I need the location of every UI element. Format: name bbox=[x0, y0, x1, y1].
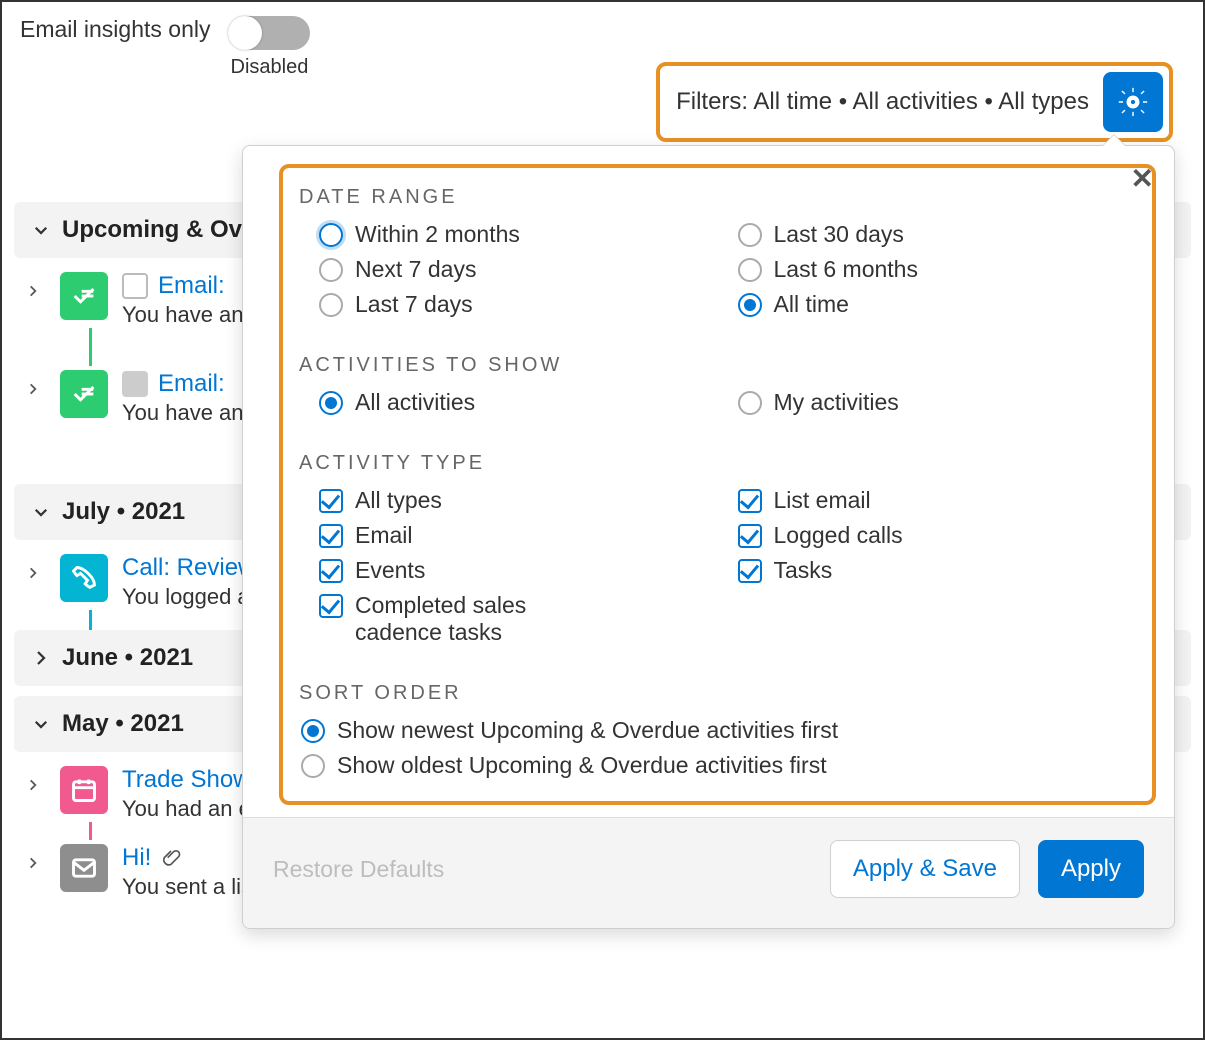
filter-summary: Filters: All time • All activities • All… bbox=[676, 88, 1089, 116]
apply-button[interactable]: Apply bbox=[1038, 840, 1144, 898]
date-range-option[interactable]: All time bbox=[738, 291, 1137, 318]
chevron-right-icon bbox=[32, 647, 50, 669]
gear-icon bbox=[1116, 85, 1150, 119]
apply-and-save-button[interactable]: Apply & Save bbox=[830, 840, 1020, 898]
chevron-down-icon bbox=[32, 501, 50, 523]
attachment-icon bbox=[161, 845, 181, 872]
chevron-right-icon bbox=[26, 280, 40, 302]
restore-defaults-button[interactable]: Restore Defaults bbox=[273, 856, 444, 883]
expand-activity[interactable] bbox=[26, 370, 46, 405]
chevron-right-icon bbox=[26, 774, 40, 796]
sort-order-option[interactable]: Show newest Upcoming & Overdue activitie… bbox=[301, 717, 1136, 744]
filter-popover: ✕ Date Range Within 2 months Last 30 day… bbox=[242, 145, 1175, 929]
date-range-option[interactable]: Last 30 days bbox=[738, 221, 1137, 248]
call-icon bbox=[60, 554, 108, 602]
date-range-option[interactable]: Last 6 months bbox=[738, 256, 1137, 283]
expand-activity[interactable] bbox=[26, 766, 46, 801]
task-checkbox[interactable] bbox=[122, 273, 148, 299]
activities-option[interactable]: My activities bbox=[738, 389, 1137, 416]
chevron-down-icon bbox=[32, 219, 50, 241]
task-icon bbox=[60, 370, 108, 418]
activity-type-option[interactable]: List email bbox=[738, 487, 1137, 514]
activity-type-option[interactable]: Events bbox=[319, 557, 718, 584]
task-checkbox[interactable] bbox=[122, 371, 148, 397]
activity-type-option[interactable]: Tasks bbox=[738, 557, 1137, 584]
event-icon bbox=[60, 766, 108, 814]
date-range-option[interactable]: Within 2 months bbox=[319, 221, 718, 248]
sort-order-heading: Sort Order bbox=[299, 682, 1136, 705]
activity-title-link[interactable]: Email: bbox=[158, 272, 225, 300]
filter-settings-button[interactable] bbox=[1103, 72, 1163, 132]
expand-activity[interactable] bbox=[26, 844, 46, 879]
filter-bar: Filters: All time • All activities • All… bbox=[656, 62, 1173, 142]
activity-type-option[interactable]: Logged calls bbox=[738, 522, 1137, 549]
email-insights-label: Email insights only bbox=[20, 16, 210, 43]
chevron-right-icon bbox=[26, 562, 40, 584]
sort-order-option[interactable]: Show oldest Upcoming & Overdue activitie… bbox=[301, 752, 1136, 779]
date-range-heading: Date Range bbox=[299, 186, 1136, 209]
activities-heading: Activities to Show bbox=[299, 354, 1136, 377]
chevron-right-icon bbox=[26, 852, 40, 874]
close-popover-button[interactable]: ✕ bbox=[1131, 162, 1154, 195]
email-insights-toggle[interactable] bbox=[228, 16, 310, 50]
date-range-option[interactable]: Next 7 days bbox=[319, 256, 718, 283]
activity-type-option[interactable]: Email bbox=[319, 522, 718, 549]
expand-activity[interactable] bbox=[26, 272, 46, 307]
activity-title-link[interactable]: Hi! bbox=[122, 844, 151, 872]
activity-title-link[interactable]: Call: Review bbox=[122, 554, 255, 582]
activity-type-heading: Activity Type bbox=[299, 452, 1136, 475]
expand-activity[interactable] bbox=[26, 554, 46, 589]
activity-title-link[interactable]: Trade Show bbox=[122, 766, 251, 794]
task-icon bbox=[60, 272, 108, 320]
chevron-down-icon bbox=[32, 713, 50, 735]
date-range-option[interactable]: Last 7 days bbox=[319, 291, 718, 318]
activity-type-option[interactable]: Completed sales cadence tasks bbox=[319, 592, 718, 646]
activity-type-option[interactable]: All types bbox=[319, 487, 718, 514]
activities-option[interactable]: All activities bbox=[319, 389, 718, 416]
email-insights-state: Disabled bbox=[231, 56, 309, 79]
activity-title-link[interactable]: Email: bbox=[158, 370, 225, 398]
list-email-icon bbox=[60, 844, 108, 892]
chevron-right-icon bbox=[26, 378, 40, 400]
